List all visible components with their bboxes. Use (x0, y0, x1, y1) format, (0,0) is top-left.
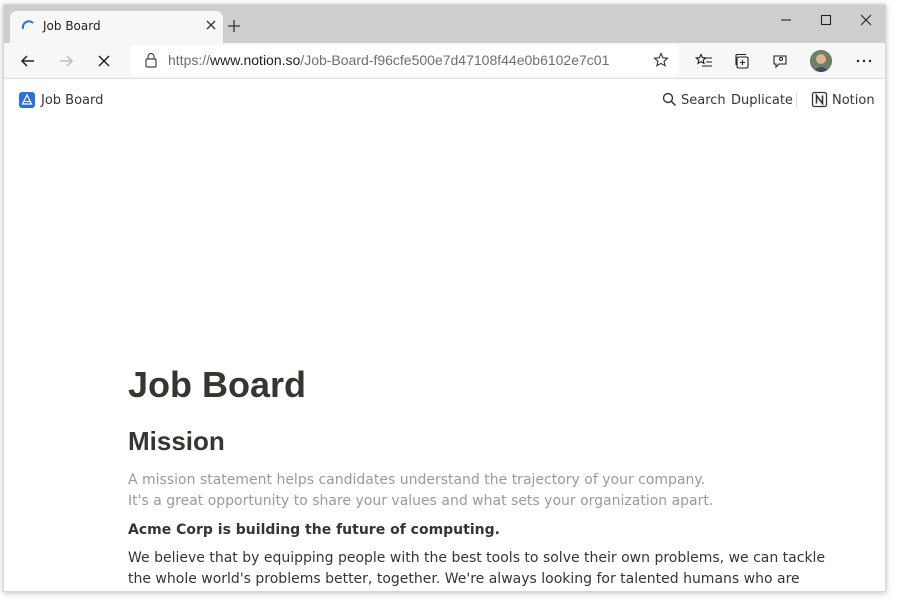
more-options-icon[interactable] (855, 52, 873, 70)
url-text[interactable]: https://www.notion.so/Job-Board-f96cfe50… (168, 52, 609, 68)
favorites-icon[interactable] (695, 52, 713, 70)
company-statement: Acme Corp is building the future of comp… (128, 522, 500, 538)
new-tab-icon[interactable] (226, 18, 242, 34)
browser-window: Job Board https://www.notion.so/Job-Boar… (3, 4, 886, 592)
close-tab-icon[interactable] (203, 17, 219, 33)
tab-title: Job Board (43, 19, 101, 33)
avatar-image-icon (810, 50, 832, 72)
duplicate-button[interactable]: Duplicate (731, 93, 793, 108)
page-title: Job Board (128, 364, 307, 405)
maximize-icon[interactable] (818, 12, 834, 28)
minimize-icon[interactable] (778, 12, 794, 28)
feedback-icon[interactable] (771, 52, 789, 70)
notion-logo-icon[interactable] (811, 91, 828, 108)
tab-job-board[interactable]: Job Board (10, 11, 223, 44)
body-line-2: the whole world's problems better, toget… (128, 571, 800, 587)
search-icon[interactable] (662, 92, 677, 107)
close-window-icon[interactable] (858, 12, 874, 28)
search-button[interactable]: Search (681, 93, 726, 108)
body-line-1: We believe that by equipping people with… (128, 550, 826, 566)
notion-topbar: Job Board Search Duplicate Notion (4, 80, 885, 120)
browser-toolbar: https://www.notion.so/Job-Board-f96cfe50… (4, 43, 885, 79)
placeholder-line-2: It's a great opportunity to share your v… (128, 493, 714, 509)
loading-spinner-icon (22, 20, 34, 29)
profile-avatar[interactable] (810, 50, 832, 72)
url-prefix: https:// (168, 52, 211, 68)
tab-strip: Job Board (4, 5, 885, 44)
topbar-divider (796, 92, 797, 108)
url-path: /Job-Board-f96cfe500e7d47108f44e0b6102e7… (300, 52, 610, 68)
address-bar[interactable]: https://www.notion.so/Job-Board-f96cfe50… (130, 45, 679, 76)
page-logo-icon[interactable] (19, 92, 35, 108)
placeholder-line-1: A mission statement helps candidates und… (128, 472, 706, 488)
stop-loading-icon[interactable] (95, 52, 113, 70)
back-arrow-icon[interactable] (19, 52, 37, 70)
collections-icon[interactable] (733, 52, 751, 70)
url-host: www.notion.so (210, 52, 301, 68)
forward-arrow-icon[interactable] (57, 52, 75, 70)
favorite-star-icon[interactable] (653, 52, 669, 68)
mission-heading: Mission (128, 426, 225, 456)
notion-link[interactable]: Notion (832, 93, 875, 108)
lock-icon[interactable] (144, 52, 158, 68)
breadcrumb-page-title[interactable]: Job Board (41, 93, 103, 108)
